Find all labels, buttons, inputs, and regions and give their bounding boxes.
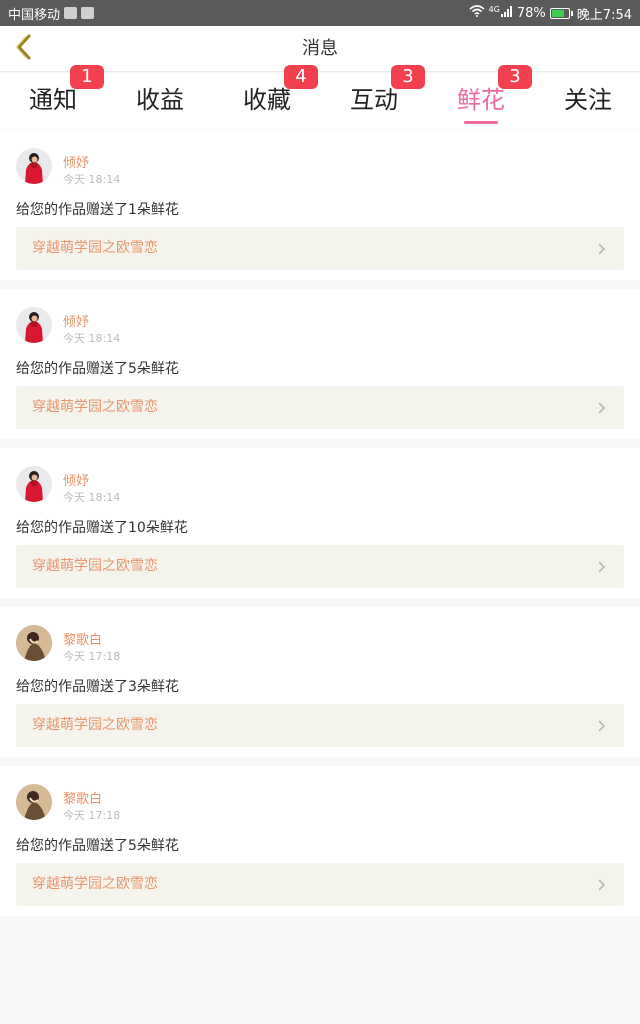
status-bar: 中国移动 4G 78% 晚上7:54 bbox=[0, 0, 640, 26]
work-title: 穿越萌学园之欧雪恋 bbox=[32, 399, 158, 415]
battery-icon bbox=[549, 7, 573, 19]
status-left: 中国移动 bbox=[8, 4, 95, 23]
work-link[interactable]: 穿越萌学园之欧雪恋 bbox=[16, 227, 624, 270]
message-tabs: 通知 1 收益 收藏 4 互动 3 鲜花 3 关注 bbox=[0, 65, 640, 129]
chevron-right-icon bbox=[594, 400, 608, 414]
unread-badge: 3 bbox=[391, 65, 425, 89]
chevron-right-icon bbox=[594, 559, 608, 573]
work-title: 穿越萌学园之欧雪恋 bbox=[32, 717, 158, 733]
tab-1[interactable]: 收益 bbox=[107, 73, 213, 129]
message-card: 倾妤今天 18:14 给您的作品赠送了1朵鲜花 穿越萌学园之欧雪恋 bbox=[0, 130, 640, 280]
avatar[interactable] bbox=[16, 307, 52, 343]
message-list: 倾妤 今天 18:14 给您的作品赠送了1朵鲜花 穿越萌学园之欧雪恋 倾妤 今天 18:1… bbox=[0, 130, 640, 925]
notification-app-icon bbox=[81, 7, 95, 19]
work-link[interactable]: 穿越萌学园之欧雪恋 bbox=[16, 545, 624, 588]
work-link[interactable]: 穿越萌学园之欧雪恋 bbox=[16, 863, 624, 906]
wifi-icon bbox=[469, 5, 485, 21]
tab-label: 收益 bbox=[136, 86, 184, 114]
signal-icon bbox=[500, 5, 513, 21]
tab-5[interactable]: 关注 bbox=[535, 73, 640, 129]
sender-name[interactable]: 黎歌白 bbox=[63, 788, 102, 807]
message-card: 黎歌白今天 17:18 给您的作品赠送了5朵鲜花 穿越萌学园之欧雪恋 bbox=[0, 766, 640, 916]
clock: 晚上7:54 bbox=[576, 7, 632, 23]
message-time: 今天 18:14 bbox=[63, 332, 121, 345]
status-right: 4G 78% 晚上7:54 bbox=[469, 4, 632, 23]
message-text: 给您的作品赠送了10朵鲜花 bbox=[16, 520, 188, 536]
tab-label: 关注 bbox=[564, 86, 612, 114]
battery-percent: 78% bbox=[516, 5, 546, 21]
notification-app-icon bbox=[64, 7, 78, 19]
tab-3[interactable]: 互动 3 bbox=[321, 65, 427, 129]
tab-4[interactable]: 鲜花 3 bbox=[428, 65, 534, 129]
work-title: 穿越萌学园之欧雪恋 bbox=[32, 240, 158, 256]
chevron-right-icon bbox=[594, 241, 608, 255]
message-time: 今天 17:18 bbox=[63, 650, 121, 663]
work-title: 穿越萌学园之欧雪恋 bbox=[32, 558, 158, 574]
message-card: 黎歌白今天 17:18 给您的作品赠送了3朵鲜花 穿越萌学园之欧雪恋 bbox=[0, 607, 640, 757]
chevron-right-icon bbox=[594, 718, 608, 732]
work-link[interactable]: 穿越萌学园之欧雪恋 bbox=[16, 386, 624, 429]
sender-name[interactable]: 倾妤 bbox=[63, 311, 89, 330]
message-time: 今天 17:18 bbox=[63, 809, 121, 822]
message-time: 今天 18:14 bbox=[63, 173, 121, 186]
message-card: 倾妤今天 18:14 给您的作品赠送了10朵鲜花穿越萌学园之欧雪恋 bbox=[0, 448, 640, 598]
network-label: 4G bbox=[488, 4, 500, 14]
message-text: 给您的作品赠送了5朵鲜花 bbox=[16, 361, 179, 377]
unread-badge: 1 bbox=[70, 65, 104, 89]
message-time: 今天 18:14 bbox=[63, 491, 121, 504]
tab-0[interactable]: 通知 1 bbox=[0, 65, 106, 129]
chevron-right-icon bbox=[594, 877, 608, 891]
active-tab-indicator bbox=[464, 121, 498, 124]
work-title: 穿越萌学园之欧雪恋 bbox=[32, 876, 158, 892]
sender-name[interactable]: 黎歌白 bbox=[63, 629, 102, 648]
sender-name[interactable]: 倾妤 bbox=[63, 152, 89, 171]
unread-badge: 3 bbox=[498, 65, 532, 89]
avatar[interactable] bbox=[16, 466, 52, 502]
avatar[interactable] bbox=[16, 784, 52, 820]
sender-name[interactable]: 倾妤 bbox=[63, 470, 89, 489]
carrier-label: 中国移动 bbox=[8, 7, 61, 23]
avatar[interactable] bbox=[16, 148, 52, 184]
message-text: 给您的作品赠送了5朵鲜花 bbox=[16, 838, 179, 854]
unread-badge: 4 bbox=[284, 65, 318, 89]
avatar[interactable] bbox=[16, 625, 52, 661]
work-link[interactable]: 穿越萌学园之欧雪恋 bbox=[16, 704, 624, 747]
message-text: 给您的作品赠送了1朵鲜花 bbox=[16, 202, 179, 218]
tab-2[interactable]: 收藏 4 bbox=[214, 65, 320, 129]
message-card: 倾妤今天 18:14 给您的作品赠送了5朵鲜花 穿越萌学园之欧雪恋 bbox=[0, 289, 640, 439]
message-text: 给您的作品赠送了3朵鲜花 bbox=[16, 679, 179, 695]
